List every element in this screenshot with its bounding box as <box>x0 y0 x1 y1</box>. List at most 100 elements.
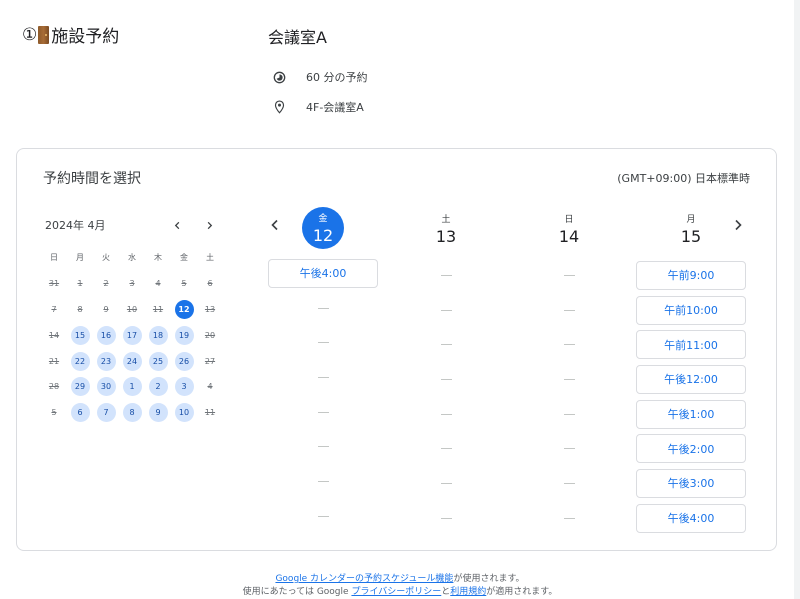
mini-calendar-grid: 日月火水木金土 31 1 2 3 4 5 6 7 8 9 10 11 12 13 14 15 16 17 18 19 20… <box>41 245 221 426</box>
footer-text-1: が使用されます。 <box>453 574 525 584</box>
mini-day-available[interactable]: 25 <box>148 351 168 371</box>
location-row: 4F-会議室A <box>272 99 364 115</box>
mini-day-available[interactable]: 29 <box>70 377 90 397</box>
time-slot-list: 午前9:00 午前10:00 午前11:00 午後12:00 午後1:00 午後2:00 午… <box>635 258 747 536</box>
no-slot-dash <box>317 411 329 413</box>
no-slot-dash <box>563 274 575 276</box>
time-slot-cell <box>390 431 502 466</box>
time-slot-cell: 午後4:00 <box>635 501 747 536</box>
time-slot-cell: 午前11:00 <box>635 327 747 362</box>
mini-day-unavailable: 31 <box>48 279 60 289</box>
mini-prev-month-button[interactable] <box>165 213 189 237</box>
time-slot-button[interactable]: 午後1:00 <box>636 399 746 429</box>
no-slot-dash <box>440 448 452 450</box>
time-slot-cell <box>390 327 502 362</box>
time-slot-button[interactable]: 午前11:00 <box>636 330 746 360</box>
day-header[interactable]: 月 15 <box>635 207 747 251</box>
footer-line-2: 使用にあたっては Google プライバシーポリシーと利用規約が適用されます。 <box>0 584 800 597</box>
time-slot-button[interactable]: 午後3:00 <box>636 468 746 498</box>
footer-and-text: と <box>441 587 451 597</box>
mini-day-available[interactable]: 10 <box>174 403 194 423</box>
page-title: ① 施設予約 <box>22 22 119 48</box>
no-slot-dash <box>440 344 452 346</box>
mini-day-unavailable: 5 <box>181 279 187 289</box>
appointment-schedule-link[interactable]: Google カレンダーの予約スケジュール機能 <box>275 574 453 584</box>
no-slot-dash <box>563 482 575 484</box>
time-slot-button[interactable]: 午前10:00 <box>636 295 746 325</box>
weekday-label: 火 <box>102 253 110 263</box>
mini-day-unavailable: 21 <box>48 356 60 366</box>
time-slot-cell: 午前10:00 <box>635 293 747 328</box>
mini-day-unavailable: 6 <box>207 279 213 289</box>
no-slot-dash <box>440 482 452 484</box>
time-slot-cell <box>267 499 379 534</box>
no-slot-dash <box>440 309 452 311</box>
day-header[interactable]: 土 13 <box>390 207 502 251</box>
mini-day-available[interactable]: 30 <box>96 377 116 397</box>
mini-day-unavailable: 13 <box>204 304 216 314</box>
day-header[interactable]: 日 14 <box>513 207 625 251</box>
booking-card: 予約時間を選択 (GMT+09:00) 日本標準時 2024年 4月 日月火水木… <box>16 148 777 551</box>
day-header-selected[interactable]: 金 12 <box>302 207 344 249</box>
timezone-selector[interactable]: (GMT+09:00) 日本標準時 <box>617 170 750 186</box>
mini-day-unavailable: 2 <box>103 279 109 289</box>
time-slot-button[interactable]: 午後2:00 <box>636 434 746 464</box>
mini-day-available[interactable]: 3 <box>174 377 194 397</box>
weekday-label: 木 <box>154 253 162 263</box>
time-slot-button[interactable]: 午後12:00 <box>636 364 746 394</box>
time-slot-button[interactable]: 午後4:00 <box>636 503 746 533</box>
day-of-week: 土 <box>441 215 451 225</box>
time-slot-list <box>513 258 625 536</box>
footer-text-2: 使用にあたっては Google <box>242 587 352 597</box>
mini-day-unavailable: 11 <box>152 304 164 314</box>
no-slot-dash <box>317 307 329 309</box>
no-slot-dash <box>440 517 452 519</box>
time-slot-cell <box>267 291 379 326</box>
privacy-policy-link[interactable]: プライバシーポリシー <box>351 587 441 597</box>
mini-day-available[interactable]: 15 <box>70 325 90 345</box>
time-slot-cell: 午後4:00 <box>267 256 379 291</box>
mini-day-available[interactable]: 9 <box>148 403 168 423</box>
mini-day-available[interactable]: 6 <box>70 403 90 423</box>
weekday-label: 土 <box>206 253 214 263</box>
mini-day-available[interactable]: 17 <box>122 325 142 345</box>
time-slot-cell <box>267 325 379 360</box>
mini-day-available[interactable]: 2 <box>148 377 168 397</box>
time-slot-cell <box>390 362 502 397</box>
time-slot-list <box>390 258 502 536</box>
day-column: 日 14 <box>513 207 625 536</box>
time-slot-button[interactable]: 午後4:00 <box>268 258 378 288</box>
no-slot-dash <box>440 413 452 415</box>
time-slot-cell <box>513 501 625 536</box>
title-number: ① <box>22 24 38 45</box>
mini-day-available[interactable]: 26 <box>174 351 194 371</box>
mini-day-available[interactable]: 1 <box>122 377 142 397</box>
time-slot-cell <box>513 431 625 466</box>
mini-calendar-header: 2024年 4月 <box>41 213 221 237</box>
weekday-label: 金 <box>180 253 188 263</box>
mini-day-unavailable: 11 <box>204 408 216 418</box>
mini-next-month-button[interactable] <box>197 213 221 237</box>
time-slot-button[interactable]: 午前9:00 <box>636 260 746 290</box>
mini-calendar-month: 2024年 4月 <box>45 219 106 232</box>
footer-text-3: が適用されます。 <box>486 587 558 597</box>
mini-day-available[interactable]: 7 <box>96 403 116 423</box>
mini-day-selected[interactable]: 12 <box>174 299 194 319</box>
time-slot-cell: 午後2:00 <box>635 431 747 466</box>
mini-day-available[interactable]: 19 <box>174 325 194 345</box>
mini-day-available[interactable]: 16 <box>96 325 116 345</box>
day-number: 14 <box>558 227 580 246</box>
day-number: 13 <box>435 227 457 246</box>
card-title: 予約時間を選択 <box>43 171 141 187</box>
chevron-left-icon <box>174 221 179 229</box>
terms-link[interactable]: 利用規約 <box>450 587 486 597</box>
mini-day-available[interactable]: 8 <box>122 403 142 423</box>
mini-day-available[interactable]: 18 <box>148 325 168 345</box>
mini-day-available[interactable]: 23 <box>96 351 116 371</box>
time-slot-cell <box>513 293 625 328</box>
day-of-week: 月 <box>686 215 696 225</box>
mini-day-available[interactable]: 22 <box>70 351 90 371</box>
mini-day-available[interactable]: 24 <box>122 351 142 371</box>
mini-day-unavailable: 7 <box>51 304 57 314</box>
time-slot-cell <box>513 258 625 293</box>
